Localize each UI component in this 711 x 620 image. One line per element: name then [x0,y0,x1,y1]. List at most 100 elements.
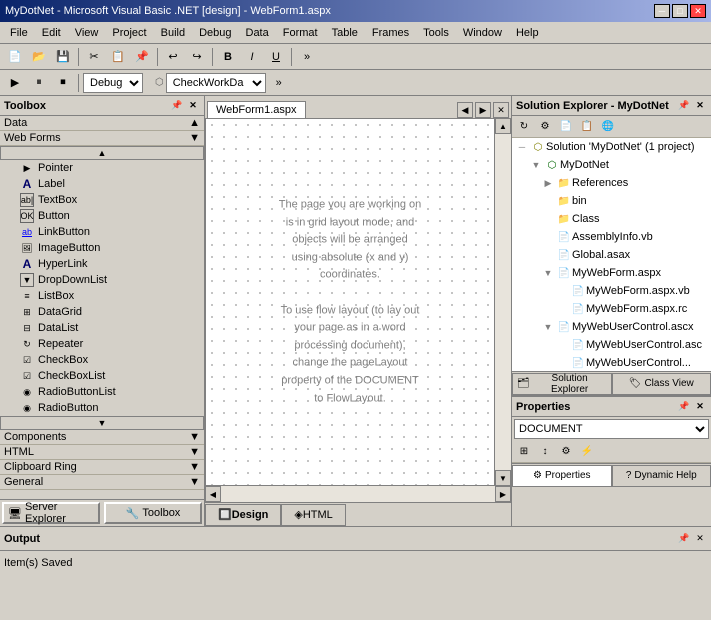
tb-start[interactable]: ▶ [4,73,26,93]
tb-redo[interactable]: ↪ [186,47,208,67]
tb-new[interactable]: 📄 [4,47,26,67]
toolbox-item-listbox[interactable]: ≡ ListBox [0,288,204,304]
tb-save[interactable]: 💾 [52,47,74,67]
tb-copy[interactable]: 📋 [107,47,129,67]
tree-references[interactable]: ▶ 📁 References [512,174,711,192]
menu-project[interactable]: Project [106,25,152,41]
menu-format[interactable]: Format [277,25,324,41]
tree-global-asax[interactable]: 📄 Global.asax [512,246,711,264]
toolbox-item-datagrid[interactable]: ⊞ DataGrid [0,304,204,320]
toolbox-item-repeater[interactable]: ↻ Repeater [0,336,204,352]
toolbox-section-general[interactable]: General ▼ [0,475,204,490]
tb-more2[interactable]: » [268,73,290,93]
menu-view[interactable]: View [69,25,105,41]
properties-object-dropdown[interactable]: DOCUMENT [514,419,709,439]
toolbox-item-checkboxlist[interactable]: ☑ CheckBoxList [0,368,204,384]
toolbox-section-components[interactable]: Components ▼ [0,430,204,445]
menu-edit[interactable]: Edit [36,25,67,41]
tree-mywebform-rc[interactable]: 📄 MyWebForm.aspx.rc [512,300,711,318]
tree-bin[interactable]: 📁 bin [512,192,711,210]
tb-underline[interactable]: U [265,47,287,67]
close-button[interactable]: ✕ [690,4,706,18]
toolbox-pin-button[interactable]: 📌 [170,99,184,113]
toolbox-item-label[interactable]: A Label [0,176,204,192]
tb-open[interactable]: 📂 [28,47,50,67]
toolbox-close-button[interactable]: ✕ [186,99,200,113]
toolbox-scroll-down[interactable]: ▼ [0,416,204,430]
toolbox-section-html[interactable]: HTML ▼ [0,445,204,460]
prop-close-button[interactable]: ✕ [693,400,707,414]
toolbox-section-webforms[interactable]: Web Forms ▼ [0,131,204,146]
tb-stop[interactable]: ⏹ [52,73,74,93]
toolbox-item-hyperlink[interactable]: A HyperLink [0,256,204,272]
document-content[interactable]: The page you are working on is in grid l… [206,119,494,485]
tree-mywebusercontrol-asc[interactable]: 📄 MyWebUserControl.asc [512,336,711,354]
tb-paste[interactable]: 📌 [131,47,153,67]
doc-nav-left[interactable]: ◀ [457,102,473,118]
toolbox-section-clipboard[interactable]: Clipboard Ring ▼ [0,460,204,475]
sol-refresh[interactable]: ↻ [514,118,534,136]
project-dropdown[interactable]: CheckWorkDa [166,73,266,93]
tree-assemblyinfo[interactable]: 📄 AssemblyInfo.vb [512,228,711,246]
toolbox-item-button[interactable]: OK Button [0,208,204,224]
prop-alphabetical[interactable]: ↕ [535,443,555,461]
tree-mywebform-vb[interactable]: 📄 MyWebForm.aspx.vb [512,282,711,300]
toolbox-content[interactable]: Data ▲ Web Forms ▼ ▲ ▶ Pointer A Label a… [0,116,204,499]
tb-cut[interactable]: ✂ [83,47,105,67]
menu-frames[interactable]: Frames [366,25,415,41]
tb-pause[interactable]: ⏸ [28,73,50,93]
toolbox-item-dropdownlist[interactable]: ▼ DropDownList [0,272,204,288]
menu-table[interactable]: Table [326,25,364,41]
tb-more[interactable]: » [296,47,318,67]
menu-build[interactable]: Build [155,25,191,41]
scroll-down-button[interactable]: ▼ [495,470,511,486]
tree-mywebusercontrol[interactable]: ▼ 📄 MyWebUserControl.ascx [512,318,711,336]
server-explorer-button[interactable]: 🖥 Server Explorer [2,502,100,524]
prop-pin-button[interactable]: 📌 [677,400,691,414]
toolbox-item-radiobuttonlist[interactable]: ◉ RadioButtonList [0,384,204,400]
output-pin[interactable]: 📌 [677,532,691,546]
sol-copy-project[interactable]: 📋 [577,118,597,136]
tab-dynamic-help[interactable]: ? Dynamic Help [612,465,711,487]
toolbox-item-pointer[interactable]: ▶ Pointer [0,160,204,176]
sol-show-files[interactable]: 📄 [556,118,576,136]
minimize-button[interactable]: ─ [654,4,670,18]
config-dropdown[interactable]: Debug [83,73,143,93]
toolbox-item-linkbutton[interactable]: ab LinkButton [0,224,204,240]
view-tab-html[interactable]: ◈ HTML [281,504,345,526]
toolbox-item-textbox[interactable]: ab| TextBox [0,192,204,208]
sol-properties[interactable]: ⚙ [535,118,555,136]
menu-help[interactable]: Help [510,25,545,41]
menu-data[interactable]: Data [240,25,275,41]
doc-close[interactable]: ✕ [493,102,509,118]
scroll-track-vertical[interactable] [495,134,511,470]
tb-bold[interactable]: B [217,47,239,67]
menu-window[interactable]: Window [457,25,508,41]
tab-class-view[interactable]: 🏷 Class View [612,373,711,395]
maximize-button[interactable]: □ [672,4,688,18]
toolbox-section-data[interactable]: Data ▲ [0,116,204,131]
menu-file[interactable]: File [4,25,34,41]
solution-explorer-tree[interactable]: ─ ⬡ Solution 'MyDotNet' (1 project) ▼ ⬡ … [512,138,711,371]
doc-nav-right[interactable]: ▶ [475,102,491,118]
menu-debug[interactable]: Debug [193,25,237,41]
tree-project[interactable]: ▼ ⬡ MyDotNet [512,156,711,174]
scroll-left-button[interactable]: ◀ [205,486,221,502]
view-tab-design[interactable]: 🔲 Design [205,504,281,526]
tb-italic[interactable]: I [241,47,263,67]
document-tab-webform1[interactable]: WebForm1.aspx [207,101,306,118]
tab-properties[interactable]: ⚙ Properties [512,465,612,487]
tree-mywebusercontrol-dot[interactable]: 📄 MyWebUserControl... [512,354,711,371]
sol-asp-net[interactable]: 🌐 [598,118,618,136]
toolbox-item-radiobutton[interactable]: ◉ RadioButton [0,400,204,416]
scroll-track-horizontal[interactable] [221,486,495,502]
toolbox-item-imagebutton[interactable]: 🖼 ImageButton [0,240,204,256]
tb-undo[interactable]: ↩ [162,47,184,67]
prop-events[interactable]: ⚡ [577,443,597,461]
toolbox-scroll-up[interactable]: ▲ [0,146,204,160]
scroll-right-button[interactable]: ▶ [495,486,511,502]
tab-solution-explorer[interactable]: 🗂 Solution Explorer [512,373,612,395]
tree-class[interactable]: 📁 Class [512,210,711,228]
toolbox-tab-button[interactable]: 🔧 Toolbox [104,502,202,524]
menu-tools[interactable]: Tools [417,25,455,41]
